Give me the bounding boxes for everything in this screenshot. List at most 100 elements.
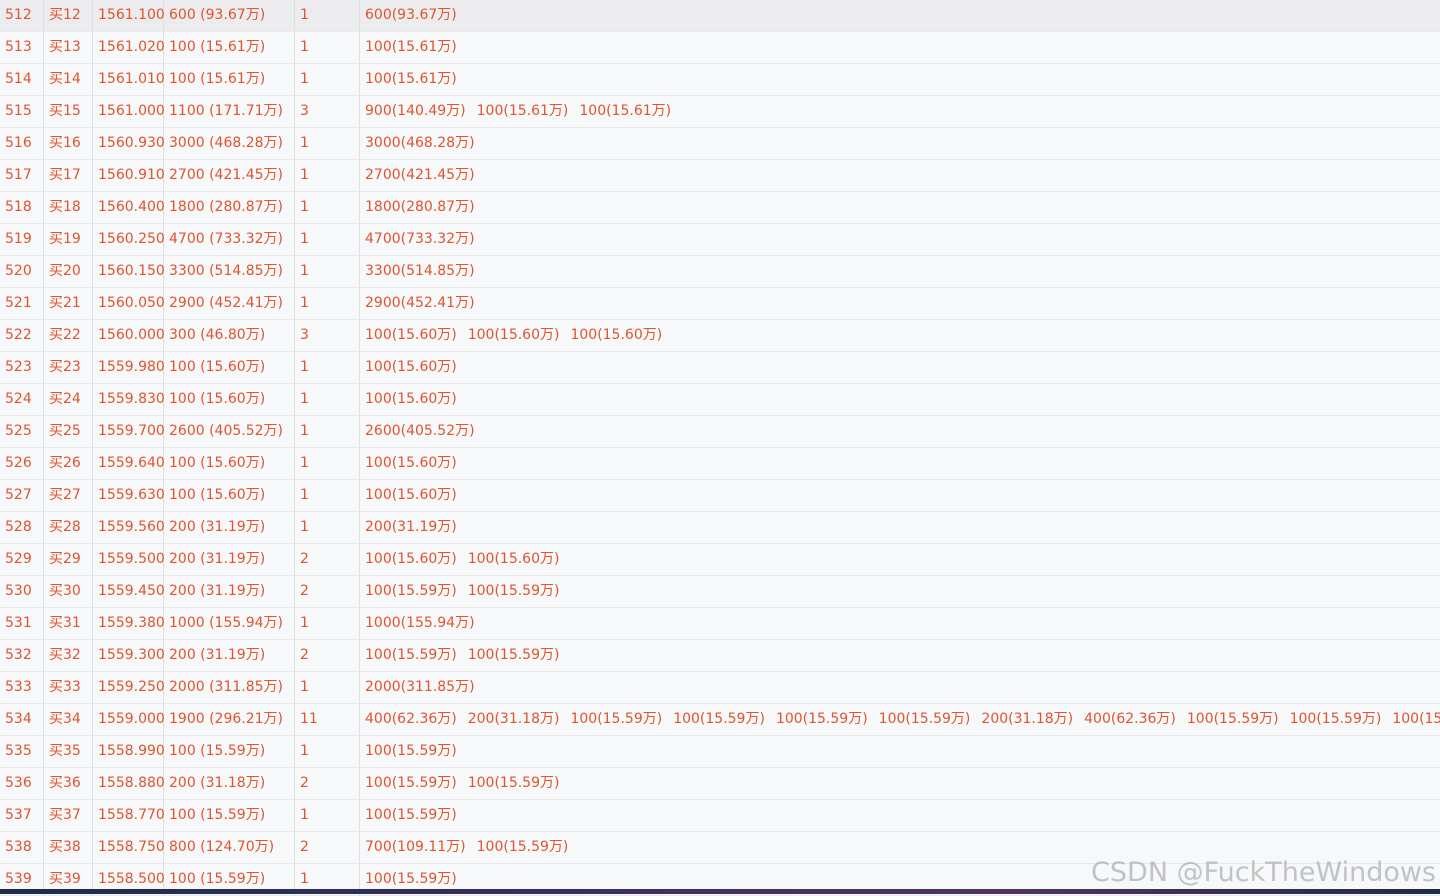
- orders-cell: 100(15.59万)100(15.59万): [360, 640, 1440, 671]
- table-row[interactable]: 512买121561.100600 (93.67万)1600(93.67万): [0, 0, 1440, 32]
- table-row[interactable]: 524买241559.830100 (15.60万)1100(15.60万): [0, 384, 1440, 416]
- table-row[interactable]: 523买231559.980100 (15.60万)1100(15.60万): [0, 352, 1440, 384]
- table-row[interactable]: 515买151561.0001100 (171.71万)3900(140.49万…: [0, 96, 1440, 128]
- table-row[interactable]: 518买181560.4001800 (280.87万)11800(280.87…: [0, 192, 1440, 224]
- volume-cell: 100 (15.59万): [164, 736, 295, 767]
- row-index: 519: [0, 224, 44, 255]
- order-item: 4700(733.32万): [365, 224, 475, 255]
- row-index: 526: [0, 448, 44, 479]
- order-item: 100(15.59万): [776, 704, 868, 735]
- order-count-cell: 2: [295, 832, 360, 863]
- price-cell: 1561.000: [93, 96, 164, 127]
- order-item: 100(15.59万): [365, 768, 457, 799]
- bid-level: 买31: [44, 608, 93, 639]
- row-index: 513: [0, 32, 44, 63]
- order-item: 400(62.36万): [1084, 704, 1176, 735]
- order-item: 1000(155.94万): [365, 608, 475, 639]
- price-cell: 1559.000: [93, 704, 164, 735]
- bid-level: 买16: [44, 128, 93, 159]
- table-row[interactable]: 537买371558.770100 (15.59万)1100(15.59万): [0, 800, 1440, 832]
- volume-cell: 200 (31.19万): [164, 544, 295, 575]
- orders-cell: 400(62.36万)200(31.18万)100(15.59万)100(15.…: [360, 704, 1440, 735]
- table-row[interactable]: 525买251559.7002600 (405.52万)12600(405.52…: [0, 416, 1440, 448]
- table-row[interactable]: 521买211560.0502900 (452.41万)12900(452.41…: [0, 288, 1440, 320]
- volume-cell: 1800 (280.87万): [164, 192, 295, 223]
- orders-cell: 100(15.59万): [360, 800, 1440, 831]
- orders-cell: 200(31.19万): [360, 512, 1440, 543]
- orders-cell: 100(15.59万)100(15.59万): [360, 576, 1440, 607]
- order-count-cell: 1: [295, 0, 360, 31]
- orders-cell: 600(93.67万): [360, 0, 1440, 31]
- bid-level: 买13: [44, 32, 93, 63]
- order-item: 600(93.67万): [365, 0, 457, 31]
- price-cell: 1561.020: [93, 32, 164, 63]
- table-row[interactable]: 534买341559.0001900 (296.21万)11400(62.36万…: [0, 704, 1440, 736]
- price-cell: 1558.990: [93, 736, 164, 767]
- bid-level: 买24: [44, 384, 93, 415]
- volume-cell: 100 (15.60万): [164, 384, 295, 415]
- table-row[interactable]: 520买201560.1503300 (514.85万)13300(514.85…: [0, 256, 1440, 288]
- order-item: 2000(311.85万): [365, 672, 475, 703]
- bid-level: 买12: [44, 0, 93, 31]
- price-cell: 1560.930: [93, 128, 164, 159]
- table-row[interactable]: 526买261559.640100 (15.60万)1100(15.60万): [0, 448, 1440, 480]
- order-item: 100(15.59万): [1290, 704, 1382, 735]
- bid-level: 买15: [44, 96, 93, 127]
- table-row[interactable]: 532买321559.300200 (31.19万)2100(15.59万)10…: [0, 640, 1440, 672]
- table-row[interactable]: 530买301559.450200 (31.19万)2100(15.59万)10…: [0, 576, 1440, 608]
- bid-level: 买36: [44, 768, 93, 799]
- table-row[interactable]: 528买281559.560200 (31.19万)1200(31.19万): [0, 512, 1440, 544]
- table-row[interactable]: 516买161560.9303000 (468.28万)13000(468.28…: [0, 128, 1440, 160]
- order-item: 100(15.59万): [879, 704, 971, 735]
- orders-cell: 2000(311.85万): [360, 672, 1440, 703]
- row-index: 515: [0, 96, 44, 127]
- order-count-cell: 11: [295, 704, 360, 735]
- table-row[interactable]: 531买311559.3801000 (155.94万)11000(155.94…: [0, 608, 1440, 640]
- table-row[interactable]: 513买131561.020100 (15.61万)1100(15.61万): [0, 32, 1440, 64]
- order-item: 200(31.19万): [365, 512, 457, 543]
- row-index: 530: [0, 576, 44, 607]
- row-index: 537: [0, 800, 44, 831]
- price-cell: 1559.380: [93, 608, 164, 639]
- price-cell: 1560.000: [93, 320, 164, 351]
- volume-cell: 600 (93.67万): [164, 0, 295, 31]
- order-item: 100(15.59万): [1187, 704, 1279, 735]
- price-cell: 1558.770: [93, 800, 164, 831]
- volume-cell: 800 (124.70万): [164, 832, 295, 863]
- table-row[interactable]: 529买291559.500200 (31.19万)2100(15.60万)10…: [0, 544, 1440, 576]
- table-row[interactable]: 519买191560.2504700 (733.32万)14700(733.32…: [0, 224, 1440, 256]
- orders-cell: 2900(452.41万): [360, 288, 1440, 319]
- orders-cell: 1800(280.87万): [360, 192, 1440, 223]
- table-row[interactable]: 535买351558.990100 (15.59万)1100(15.59万): [0, 736, 1440, 768]
- table-row[interactable]: 536买361558.880200 (31.18万)2100(15.59万)10…: [0, 768, 1440, 800]
- table-row[interactable]: 514买141561.010100 (15.61万)1100(15.61万): [0, 64, 1440, 96]
- volume-cell: 100 (15.60万): [164, 448, 295, 479]
- order-count-cell: 1: [295, 672, 360, 703]
- order-count-cell: 3: [295, 320, 360, 351]
- table-row[interactable]: 533买331559.2502000 (311.85万)12000(311.85…: [0, 672, 1440, 704]
- volume-cell: 2700 (421.45万): [164, 160, 295, 191]
- row-index: 538: [0, 832, 44, 863]
- table-row[interactable]: 522买221560.000300 (46.80万)3100(15.60万)10…: [0, 320, 1440, 352]
- order-item: 2900(452.41万): [365, 288, 475, 319]
- order-count-cell: 1: [295, 416, 360, 447]
- orders-cell: 100(15.60万): [360, 480, 1440, 511]
- volume-cell: 200 (31.18万): [164, 768, 295, 799]
- bid-level: 买38: [44, 832, 93, 863]
- price-cell: 1559.300: [93, 640, 164, 671]
- row-index: 512: [0, 0, 44, 31]
- bid-level: 买25: [44, 416, 93, 447]
- table-row[interactable]: 517买171560.9102700 (421.45万)12700(421.45…: [0, 160, 1440, 192]
- order-count-cell: 2: [295, 768, 360, 799]
- orders-cell: 100(15.59万) 100(15.59万): [360, 768, 1440, 799]
- order-item: 100(15.59万): [365, 640, 457, 671]
- order-item: 100(15.59万): [468, 768, 560, 799]
- order-item: 2600(405.52万): [365, 416, 475, 447]
- table-row[interactable]: 527买271559.630100 (15.60万)1100(15.60万): [0, 480, 1440, 512]
- price-cell: 1559.630: [93, 480, 164, 511]
- row-index: 531: [0, 608, 44, 639]
- row-index: 525: [0, 416, 44, 447]
- row-index: 514: [0, 64, 44, 95]
- order-item: 100(15.61万): [579, 96, 671, 127]
- volume-cell: 2600 (405.52万): [164, 416, 295, 447]
